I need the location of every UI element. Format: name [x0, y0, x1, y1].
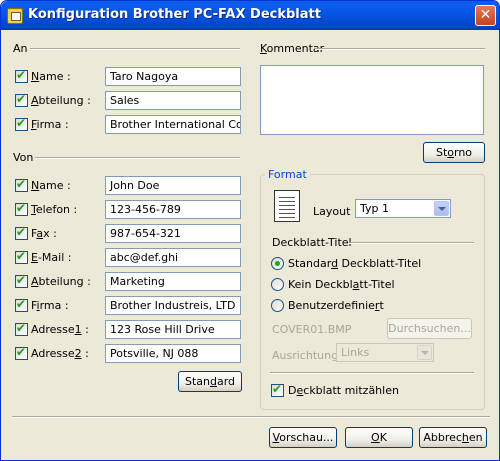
window-title: Konfiguration Brother PC-FAX Deckblatt	[28, 7, 321, 22]
browse-button[interactable]: Durchsuchen...	[387, 318, 472, 339]
format-bottom-divider	[270, 372, 474, 374]
format-legend: Format	[265, 168, 310, 181]
dialog-window: Konfiguration Brother PC-FAX Deckblatt ✕…	[0, 0, 500, 461]
input-von-firma[interactable]: Brother Industreis, LTD	[105, 296, 241, 315]
label-von-adresse1: Adresse1 :	[31, 323, 89, 336]
input-von-email[interactable]: abc@def.ghi	[105, 248, 241, 267]
input-von-adresse1[interactable]: 123 Rose Hill Drive	[105, 320, 241, 339]
section-label-von: Von	[13, 151, 34, 164]
deckblatt-titel-divider	[348, 242, 474, 244]
label-an-abteilung: Abteilung :	[31, 94, 91, 107]
ausrichtung-label: Ausrichtung	[272, 349, 339, 362]
file-name-field: COVER01.BMP	[272, 323, 352, 336]
chevron-down-icon[interactable]	[434, 201, 449, 216]
label-von-firma: Firma :	[31, 299, 69, 312]
checkbox-von-email[interactable]: ✔	[15, 249, 28, 264]
comment-textarea[interactable]	[260, 65, 484, 135]
title-bar[interactable]: Konfiguration Brother PC-FAX Deckblatt ✕	[1, 1, 499, 30]
document-icon	[274, 190, 300, 222]
preview-button[interactable]: Vorschau...	[269, 427, 337, 448]
footer-divider	[12, 416, 490, 418]
checkbox-von-name[interactable]: ✔	[15, 177, 28, 192]
checkbox-von-telefon[interactable]: ✔	[15, 201, 28, 216]
fax-app-icon	[7, 8, 23, 24]
input-von-fax[interactable]: 987-654-321	[105, 224, 241, 243]
label-no-title: Kein Deckblatt-Titel	[288, 278, 395, 291]
radio-no-title[interactable]	[271, 278, 284, 291]
input-von-name[interactable]: John Doe	[105, 176, 241, 195]
dialog-client-area: An ✔ Name : Taro Nagoya ✔ Abteilung : Sa…	[4, 30, 496, 458]
checkbox-von-adresse1[interactable]: ✔	[15, 321, 28, 336]
ausrichtung-select[interactable]: Links	[336, 343, 434, 362]
checkbox-count-coverpage[interactable]: ✔	[271, 382, 284, 397]
section-divider-an	[30, 48, 240, 50]
section-divider-von	[35, 157, 240, 159]
checkbox-von-abteilung[interactable]: ✔	[15, 273, 28, 288]
label-von-name: Name :	[31, 179, 71, 192]
layout-label: Layout	[313, 205, 351, 218]
label-an-firma: Firma :	[31, 118, 69, 131]
ausrichtung-select-value: Links	[341, 346, 370, 359]
layout-select[interactable]: Typ 1	[355, 199, 451, 218]
input-von-adresse2[interactable]: Potsville, NJ 088	[105, 344, 241, 363]
checkbox-an-abteilung[interactable]: ✔	[15, 92, 28, 107]
input-an-abteilung[interactable]: Sales	[105, 91, 241, 110]
label-an-name: Name :	[31, 70, 71, 83]
label-count-coverpage: Deckblatt mitzählen	[288, 384, 399, 397]
label-von-abteilung: Abteilung :	[31, 275, 91, 288]
label-standard-title: Standard Deckblatt-Titel	[288, 257, 422, 270]
label-von-fax: Fax :	[31, 227, 57, 240]
standard-button[interactable]: Standard	[178, 371, 242, 392]
layout-select-value: Typ 1	[360, 202, 389, 215]
close-icon[interactable]: ✕	[475, 5, 496, 26]
checkbox-an-name[interactable]: ✔	[15, 68, 28, 83]
cancel-button[interactable]: Abbrechen	[419, 427, 487, 448]
storno-button[interactable]: Storno	[423, 142, 485, 163]
input-an-name[interactable]: Taro Nagoya	[105, 67, 241, 86]
deckblatt-titel-label: Deckblatt-Titel	[272, 236, 352, 249]
checkbox-von-adresse2[interactable]: ✔	[15, 345, 28, 360]
section-label-an: An	[13, 42, 28, 55]
label-von-telefon: Telefon :	[31, 203, 78, 216]
radio-standard-title[interactable]	[271, 257, 284, 270]
ok-button[interactable]: OK	[345, 427, 413, 448]
checkbox-von-fax[interactable]: ✔	[15, 225, 28, 240]
section-divider-kommentar	[315, 48, 485, 50]
input-von-abteilung[interactable]: Marketing	[105, 272, 241, 291]
input-an-firma[interactable]: Brother International Corp	[105, 115, 241, 134]
checkbox-an-firma[interactable]: ✔	[15, 116, 28, 131]
chevron-down-icon[interactable]	[417, 345, 432, 360]
radio-custom-title[interactable]	[271, 299, 284, 312]
input-von-telefon[interactable]: 123-456-789	[105, 200, 241, 219]
label-custom-title: Benutzerdefiniert	[288, 299, 384, 312]
label-von-email: E-Mail :	[31, 251, 72, 264]
checkbox-von-firma[interactable]: ✔	[15, 297, 28, 312]
label-von-adresse2: Adresse2 :	[31, 347, 89, 360]
